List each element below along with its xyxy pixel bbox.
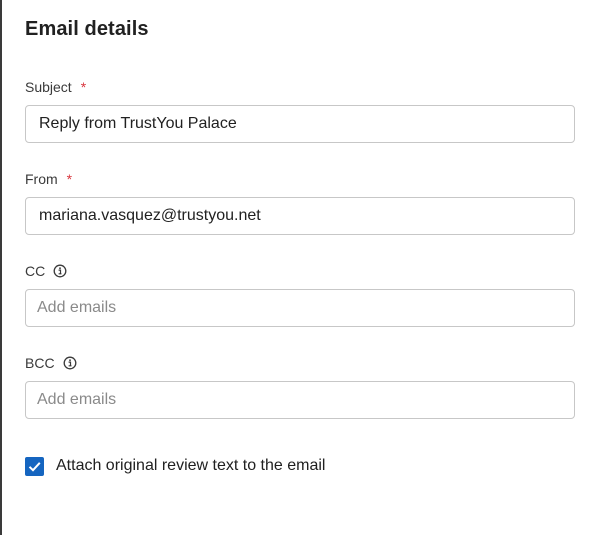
attach-review-label: Attach original review text to the email (56, 457, 326, 474)
email-details-panel: Email details Subject * From * CC BCC (0, 0, 592, 535)
attach-review-checkbox[interactable] (25, 456, 44, 476)
from-input[interactable] (39, 207, 561, 225)
cc-label-row: CC (25, 263, 67, 279)
bcc-label-row: BCC (25, 355, 77, 371)
subject-required-mark: * (80, 79, 87, 95)
info-icon[interactable] (53, 264, 67, 278)
from-required-mark: * (66, 171, 73, 187)
subject-label: Subject (25, 79, 72, 95)
checkmark-icon (28, 461, 41, 472)
cc-field[interactable] (25, 289, 575, 327)
subject-label-row: Subject * (25, 79, 86, 95)
from-label-row: From * (25, 171, 72, 187)
attach-review-row[interactable]: Attach original review text to the email (25, 456, 325, 476)
bcc-field[interactable] (25, 381, 575, 419)
left-edge-divider (0, 0, 2, 535)
info-icon[interactable] (63, 356, 77, 370)
from-field[interactable] (25, 197, 575, 235)
cc-input[interactable] (37, 299, 561, 317)
from-label: From (25, 171, 58, 187)
bcc-input[interactable] (37, 391, 561, 409)
cc-label: CC (25, 263, 46, 279)
bcc-label: BCC (25, 355, 55, 371)
subject-field[interactable] (25, 105, 575, 143)
subject-input[interactable] (39, 115, 561, 133)
dialog-title: Email details (25, 18, 149, 40)
